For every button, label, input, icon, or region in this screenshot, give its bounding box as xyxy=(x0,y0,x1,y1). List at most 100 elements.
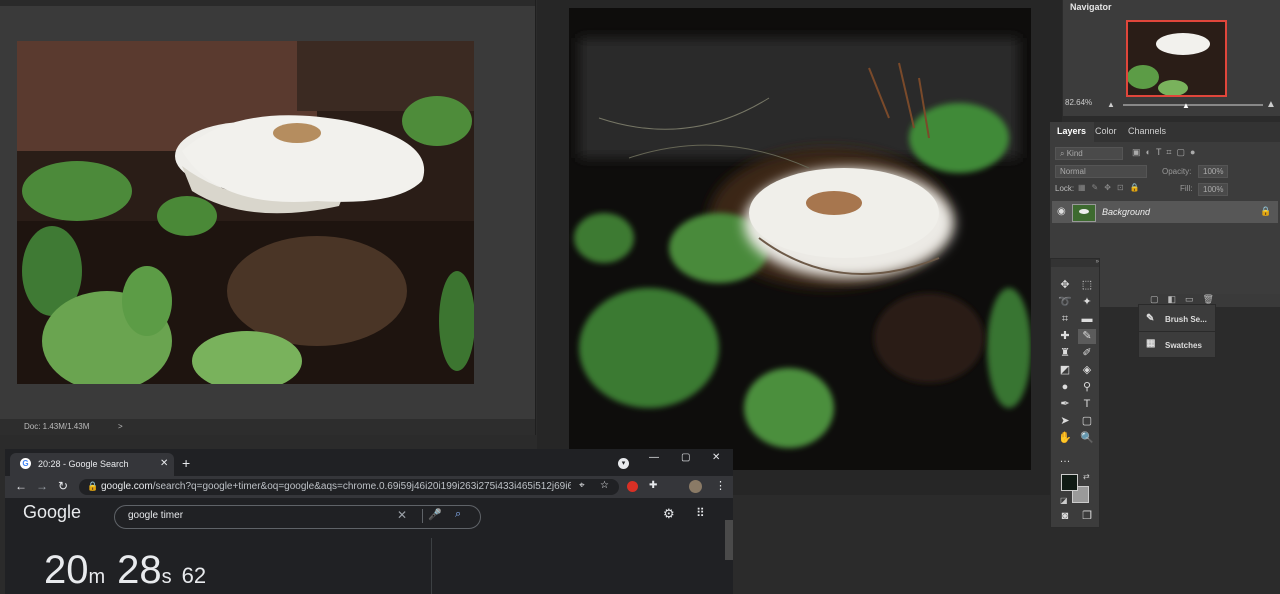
layer-kind-filter[interactable]: ⌕ Kind xyxy=(1055,147,1123,160)
path-select-icon[interactable]: ➤ xyxy=(1056,414,1074,429)
status-menu-arrow[interactable]: > xyxy=(118,422,123,431)
brush-settings-item[interactable]: ✎ Brush Se... xyxy=(1139,307,1215,331)
toolbar-grip[interactable]: » xyxy=(1051,259,1099,267)
apps-grid-icon[interactable]: ⠿ xyxy=(696,506,705,520)
zoom-in-icon[interactable]: ▲ xyxy=(1266,99,1276,110)
marquee-tool-icon[interactable]: ⬚ xyxy=(1078,278,1096,293)
brush-settings-label: Brush Se... xyxy=(1165,315,1207,324)
crop-tool-icon[interactable]: ⌗ xyxy=(1056,312,1074,327)
lasso-tool-icon[interactable]: ➰ xyxy=(1056,295,1074,310)
browser-tab[interactable]: G 20:28 - Google Search ✕ xyxy=(10,453,174,476)
lock-label: Lock: xyxy=(1055,184,1075,193)
opacity-label: Opacity: xyxy=(1162,167,1192,176)
new-tab-icon[interactable]: + xyxy=(182,455,190,471)
timer-seconds-unit: s xyxy=(161,566,172,588)
layer-thumb-mushroom xyxy=(1079,209,1089,214)
brush-tool-icon[interactable]: ✎ xyxy=(1078,329,1096,344)
document-status-bar: Doc: 1.43M/1.43M > xyxy=(0,419,535,435)
ruler-tool-icon[interactable]: ▬ xyxy=(1078,312,1096,327)
brush-settings-icon: ✎ xyxy=(1146,313,1155,324)
navigator-tab[interactable]: Navigator xyxy=(1070,2,1112,12)
zoom-out-icon[interactable]: ▲ xyxy=(1107,100,1115,109)
kind-label: Kind xyxy=(1066,149,1083,158)
swatches-item[interactable]: ▦ Swatches xyxy=(1139,333,1215,357)
chrome-menu-icon[interactable]: ⋮ xyxy=(715,479,726,492)
type-tool-icon[interactable]: T xyxy=(1078,397,1096,412)
browser-tabstrip: G 20:28 - Google Search ✕ + ▾ — ▢ ✕ xyxy=(5,449,733,476)
blend-mode-select[interactable]: Normal xyxy=(1055,165,1147,178)
swap-colors-icon[interactable]: ⇄ xyxy=(1083,472,1090,481)
magic-wand-icon[interactable]: ✦ xyxy=(1078,295,1096,310)
extension-record-icon[interactable] xyxy=(627,481,638,492)
navigator-thumbnail[interactable] xyxy=(1126,20,1227,97)
navigator-panel: Navigator 82.64% ▲ ▲ ▲ xyxy=(1063,0,1280,116)
tab-color[interactable]: Color xyxy=(1095,126,1117,136)
stamp-tool-icon[interactable]: ♜ xyxy=(1056,346,1074,361)
eraser-tool-icon[interactable]: ◩ xyxy=(1056,363,1074,378)
maximize-icon[interactable]: ▢ xyxy=(681,452,690,463)
tab-close-icon[interactable]: ✕ xyxy=(160,458,168,469)
quick-mask-icon[interactable]: ◙ xyxy=(1056,509,1074,524)
forward-icon[interactable]: → xyxy=(36,479,48,493)
doc-size-readout: Doc: 1.43M/1.43M xyxy=(24,422,90,431)
layer-lock-icon: 🔒 xyxy=(1260,206,1272,216)
settings-gear-icon[interactable]: ⚙ xyxy=(663,506,675,522)
bookmark-star-icon[interactable]: ☆ xyxy=(600,480,609,491)
lock-icons[interactable]: ▦✎✥⊡🔒 xyxy=(1078,183,1146,192)
search-submit-icon[interactable]: ⌕ xyxy=(455,508,461,521)
url-domain: google.com xyxy=(101,481,153,492)
blur-tool-icon[interactable]: ● xyxy=(1056,380,1074,395)
layer-row-background[interactable]: ◉ Background 🔒 xyxy=(1052,201,1278,223)
timer-centiseconds: 62 xyxy=(181,563,207,588)
screen-mode-icon[interactable]: ❐ xyxy=(1078,509,1096,524)
painting-canvas[interactable] xyxy=(569,8,1031,470)
timer-minutes: 20 xyxy=(44,548,89,592)
reload-icon[interactable]: ↻ xyxy=(58,479,68,493)
voice-search-icon[interactable]: 🎤 xyxy=(428,508,442,521)
chrome-browser-window: G 20:28 - Google Search ✕ + ▾ — ▢ ✕ ← → … xyxy=(5,449,733,594)
floating-panel-dock: ✎ Brush Se... ▦ Swatches xyxy=(1138,304,1216,358)
back-icon[interactable]: ← xyxy=(15,479,27,493)
layer-name[interactable]: Background xyxy=(1102,207,1150,217)
search-box[interactable]: google timer ✕ 🎤 ⌕ xyxy=(114,505,481,529)
history-brush-icon[interactable]: ✐ xyxy=(1078,346,1096,361)
shape-tool-icon[interactable]: ▢ xyxy=(1078,414,1096,429)
zoom-slider-handle[interactable]: ▲ xyxy=(1182,101,1190,110)
opacity-field[interactable]: 100% xyxy=(1198,165,1228,178)
document-title-bar xyxy=(0,0,535,6)
window-close-icon[interactable]: ✕ xyxy=(712,452,720,463)
hand-tool-icon[interactable]: ✋ xyxy=(1056,431,1074,446)
clear-search-icon[interactable]: ✕ xyxy=(397,508,407,522)
visibility-eye-icon[interactable]: ◉ xyxy=(1057,206,1066,217)
more-tools-icon[interactable]: … xyxy=(1056,452,1074,467)
tab-layers[interactable]: Layers xyxy=(1057,126,1086,136)
tab-search-icon[interactable]: ▾ xyxy=(618,458,629,469)
swatches-grid-icon: ▦ xyxy=(1146,338,1156,349)
address-bar[interactable]: 🔒 google.com/search?q=google+timer&oq=go… xyxy=(79,479,619,495)
tab-title: 20:28 - Google Search xyxy=(38,459,129,469)
search-query[interactable]: google timer xyxy=(128,510,183,521)
extensions-puzzle-icon[interactable]: ✚ xyxy=(649,480,657,491)
zoom-tool-icon[interactable]: 🔍 xyxy=(1078,431,1096,446)
zoom-percentage[interactable]: 82.64% xyxy=(1065,98,1092,107)
reference-document-window: Doc: 1.43M/1.43M > xyxy=(0,0,536,435)
zoom-slider[interactable] xyxy=(1123,104,1263,106)
filter-icons[interactable]: ▣◐T⌗▢● xyxy=(1132,147,1200,158)
fill-field[interactable]: 100% xyxy=(1198,183,1228,196)
timer-minutes-unit: m xyxy=(88,566,106,588)
move-tool-icon[interactable]: ✥ xyxy=(1056,278,1074,293)
mushroom-photo xyxy=(17,41,474,384)
healing-brush-icon[interactable]: ✚ xyxy=(1056,329,1074,344)
minimize-icon[interactable]: — xyxy=(649,452,659,463)
default-colors-icon[interactable]: ◪ xyxy=(1060,496,1068,505)
dodge-tool-icon[interactable]: ⚲ xyxy=(1078,380,1096,395)
foreground-color-swatch[interactable] xyxy=(1061,474,1078,491)
google-logo[interactable]: Google xyxy=(23,502,81,523)
tab-channels[interactable]: Channels xyxy=(1128,126,1166,136)
page-scrollbar[interactable] xyxy=(725,520,733,560)
paint-bucket-icon[interactable]: ◈ xyxy=(1078,363,1096,378)
pen-tool-icon[interactable]: ✒ xyxy=(1056,397,1074,412)
profile-avatar[interactable] xyxy=(689,480,702,493)
location-pin-icon[interactable]: ⌖ xyxy=(579,480,585,491)
lock-icon: 🔒 xyxy=(87,481,99,491)
